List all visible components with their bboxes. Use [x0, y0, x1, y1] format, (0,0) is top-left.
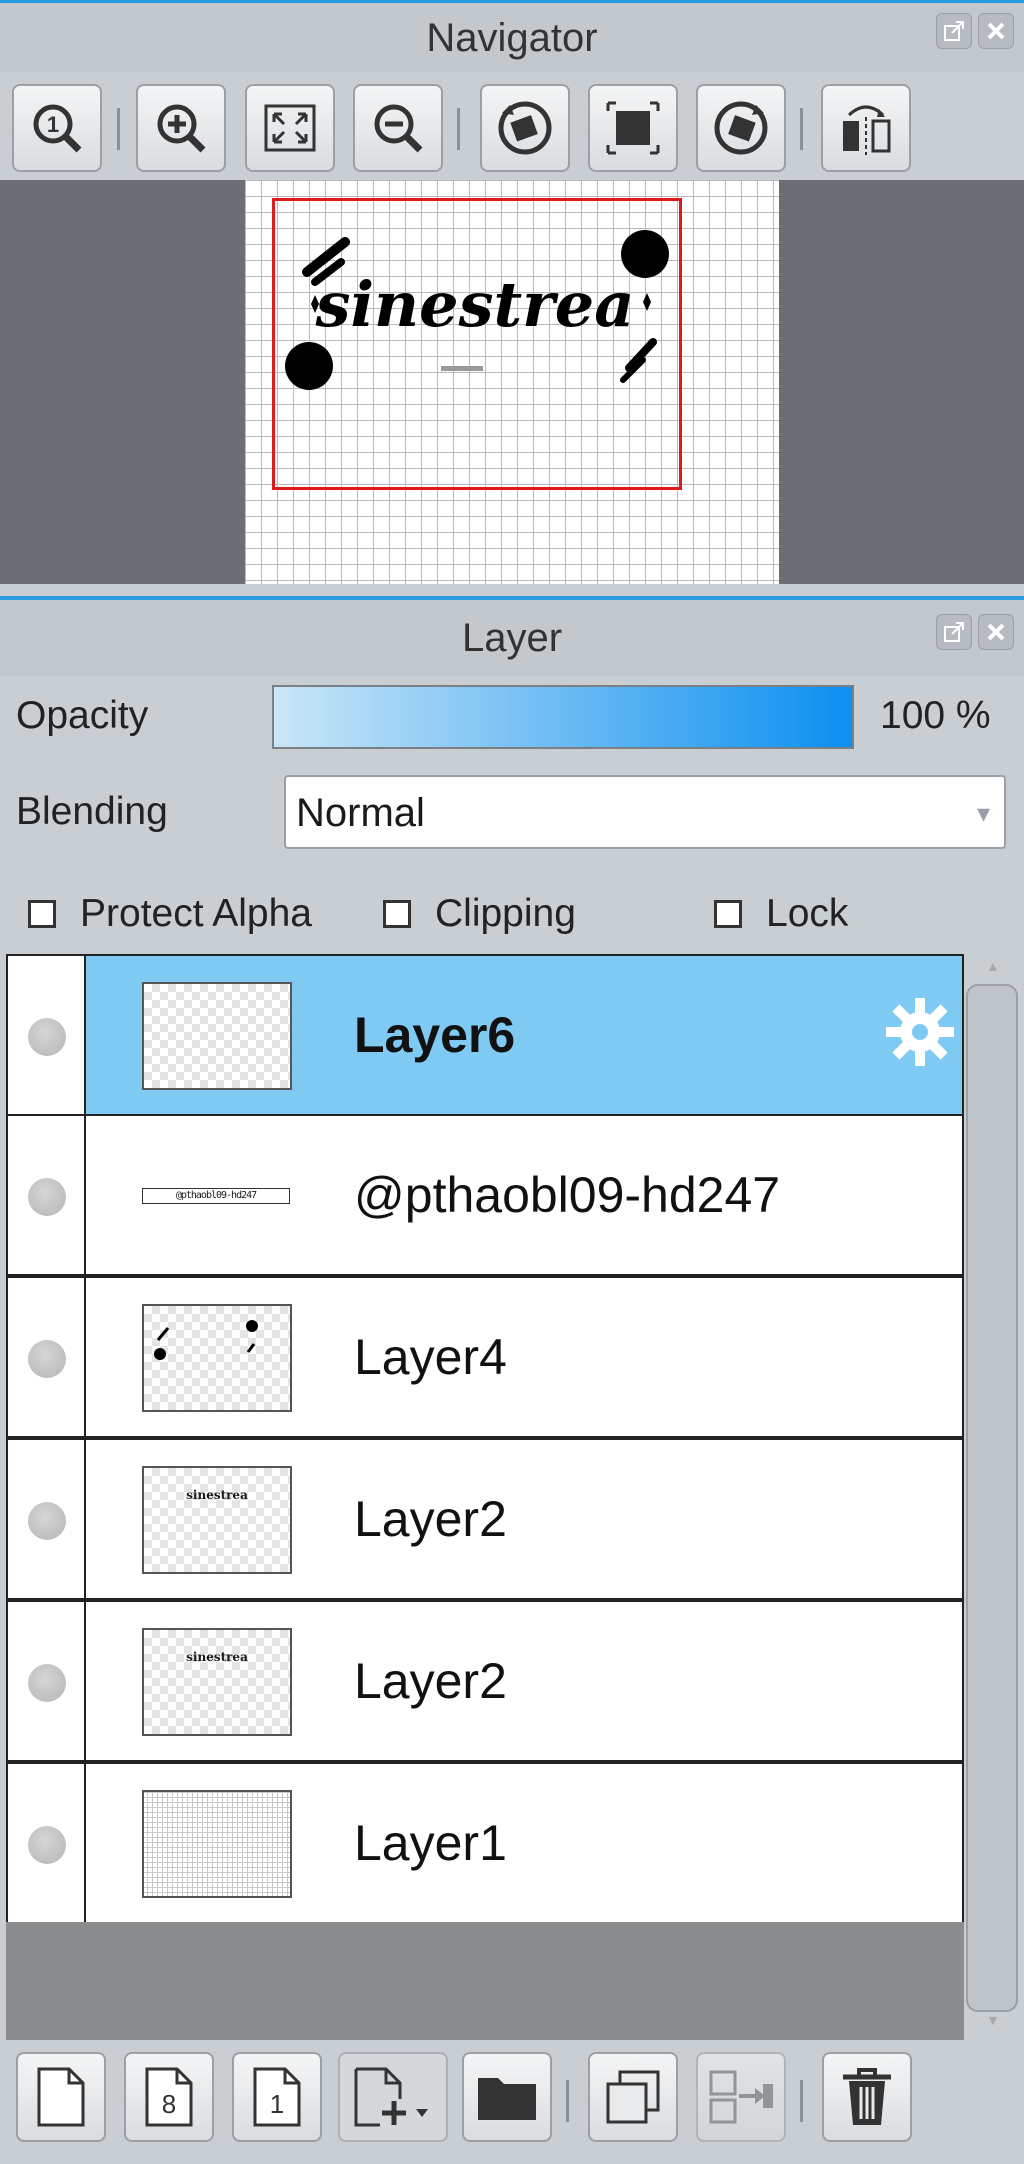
- opacity-slider[interactable]: [272, 685, 854, 749]
- close-icon[interactable]: [978, 13, 1014, 49]
- new-layer-button[interactable]: [16, 2052, 106, 2142]
- zoom-in-button[interactable]: [136, 84, 226, 172]
- lock-checkbox[interactable]: Lock: [714, 892, 848, 936]
- flip-horizontal-icon: [843, 105, 891, 155]
- thumbnail-title-text: sinestrea: [186, 1650, 248, 1664]
- view-frame[interactable]: [272, 198, 682, 490]
- layer-name: @pthaobl09-hd247: [354, 1167, 781, 1223]
- clipping-checkbox[interactable]: Clipping: [383, 892, 576, 936]
- rotate-left-icon: [498, 101, 552, 155]
- canvas-preview: sinestrea: [245, 180, 779, 584]
- checkbox-icon[interactable]: [28, 900, 56, 928]
- layer-name: Layer2: [354, 1653, 507, 1709]
- navigator-title-bar: Navigator: [0, 0, 1024, 72]
- fit-to-window-button[interactable]: [245, 84, 335, 172]
- trash-icon: [843, 2068, 891, 2125]
- scrollbar-thumb[interactable]: [966, 984, 1018, 2012]
- layer-name: Layer1: [354, 1815, 507, 1871]
- layer-thumbnail: [142, 1790, 292, 1898]
- visibility-toggle-icon[interactable]: [28, 1664, 66, 1702]
- visibility-toggle-icon[interactable]: [28, 1502, 66, 1540]
- svg-text:8: 8: [162, 2089, 176, 2119]
- layer-row-layer6[interactable]: Layer6: [6, 954, 964, 1116]
- lock-label: Lock: [766, 892, 849, 935]
- fit-window-icon: [264, 104, 316, 152]
- layer-row-layer4[interactable]: Layer4: [6, 1276, 964, 1438]
- rotate-left-button[interactable]: [480, 84, 570, 172]
- rotate-right-button[interactable]: [696, 84, 786, 172]
- layer-panel-title: Layer: [461, 616, 563, 660]
- layer-name: Layer4: [354, 1329, 507, 1385]
- navigator-toolbar: 1: [0, 72, 1024, 182]
- duplicate-layer-button[interactable]: [588, 2052, 678, 2142]
- opacity-value: 100 %: [880, 694, 991, 737]
- layer-thumbnail: [142, 982, 292, 1090]
- add-layer-menu-button[interactable]: [338, 2052, 448, 2142]
- zoom-actual-icon: 1: [33, 104, 82, 153]
- new-layer-icon: [37, 2067, 85, 2127]
- chevron-down-icon: ▾: [976, 798, 990, 828]
- protect-alpha-label: Protect Alpha: [80, 892, 312, 935]
- undock-icon[interactable]: [936, 614, 972, 650]
- blending-label: Blending: [16, 790, 168, 833]
- reset-view-button[interactable]: [588, 84, 678, 172]
- layer-thumbnail: sinestrea: [142, 1628, 292, 1736]
- layer-thumbnail: sinestrea: [142, 1466, 292, 1574]
- thumbnail-watermark-text: @pthaobl09-hd247: [142, 1188, 290, 1204]
- layer-list: Layer6 @pthaobl09-hd247 @pthaobl09-hd247…: [6, 954, 964, 1924]
- layer-toolbar: 8 1: [0, 2040, 1024, 2164]
- add-layer-menu-icon: [354, 2067, 428, 2127]
- scroll-down-icon[interactable]: ▼: [986, 2012, 1000, 2028]
- layer-row-layer2[interactable]: sinestrea Layer2: [6, 1438, 964, 1600]
- layer-name: Layer6: [354, 1007, 516, 1063]
- visibility-toggle-icon[interactable]: [28, 1018, 66, 1056]
- svg-text:1: 1: [270, 2089, 284, 2119]
- delete-layer-button[interactable]: [822, 2052, 912, 2142]
- scroll-up-icon[interactable]: ▲: [986, 958, 1000, 974]
- layer-row-layer2-copy[interactable]: sinestrea Layer2: [6, 1600, 964, 1762]
- layer-list-empty-area[interactable]: [6, 1922, 964, 2040]
- layer-row-watermark[interactable]: @pthaobl09-hd247 @pthaobl09-hd247: [6, 1114, 964, 1276]
- new-folder-button[interactable]: [462, 2052, 552, 2142]
- close-icon[interactable]: [978, 614, 1014, 650]
- visibility-toggle-icon[interactable]: [28, 1340, 66, 1378]
- svg-text:1: 1: [47, 112, 59, 137]
- opacity-label: Opacity: [16, 694, 149, 737]
- checkbox-icon[interactable]: [714, 900, 742, 928]
- new-1bit-layer-icon: 1: [253, 2067, 301, 2127]
- checkbox-icon[interactable]: [383, 900, 411, 928]
- zoom-actual-size-button[interactable]: 1: [12, 84, 102, 172]
- thumbnail-title-text: sinestrea: [186, 1488, 248, 1502]
- reset-view-icon: [606, 101, 660, 155]
- layer-thumbnail: @pthaobl09-hd247: [142, 1142, 292, 1250]
- blending-select[interactable]: Normal ▾: [284, 775, 1006, 849]
- visibility-toggle-icon[interactable]: [28, 1178, 66, 1216]
- layer-title-bar: Layer: [0, 600, 1024, 676]
- new-8bit-layer-button[interactable]: 8: [124, 2052, 214, 2142]
- layer-name: Layer2: [354, 1491, 507, 1547]
- protect-alpha-checkbox[interactable]: Protect Alpha: [28, 892, 312, 936]
- duplicate-icon: [606, 2070, 660, 2124]
- layer-row-layer1[interactable]: Layer1: [6, 1762, 964, 1924]
- navigator-title: Navigator: [426, 16, 598, 60]
- merge-down-icon: [709, 2070, 773, 2124]
- zoom-in-icon: [157, 104, 206, 153]
- new-1bit-layer-button[interactable]: 1: [232, 2052, 322, 2142]
- visibility-toggle-icon[interactable]: [28, 1826, 66, 1864]
- navigator-preview[interactable]: sinestrea: [0, 180, 1024, 584]
- undock-icon[interactable]: [936, 13, 972, 49]
- clipping-label: Clipping: [435, 892, 576, 935]
- gear-icon[interactable]: [882, 994, 958, 1070]
- folder-icon: [478, 2078, 536, 2120]
- rotate-right-icon: [714, 101, 768, 155]
- layer-thumbnail: [142, 1304, 292, 1412]
- zoom-out-button[interactable]: [353, 84, 443, 172]
- new-8bit-layer-icon: 8: [145, 2067, 193, 2127]
- blending-value: Normal: [296, 791, 425, 835]
- merge-down-button[interactable]: [696, 2052, 786, 2142]
- flip-horizontal-button[interactable]: [821, 84, 911, 172]
- zoom-out-icon: [374, 104, 423, 153]
